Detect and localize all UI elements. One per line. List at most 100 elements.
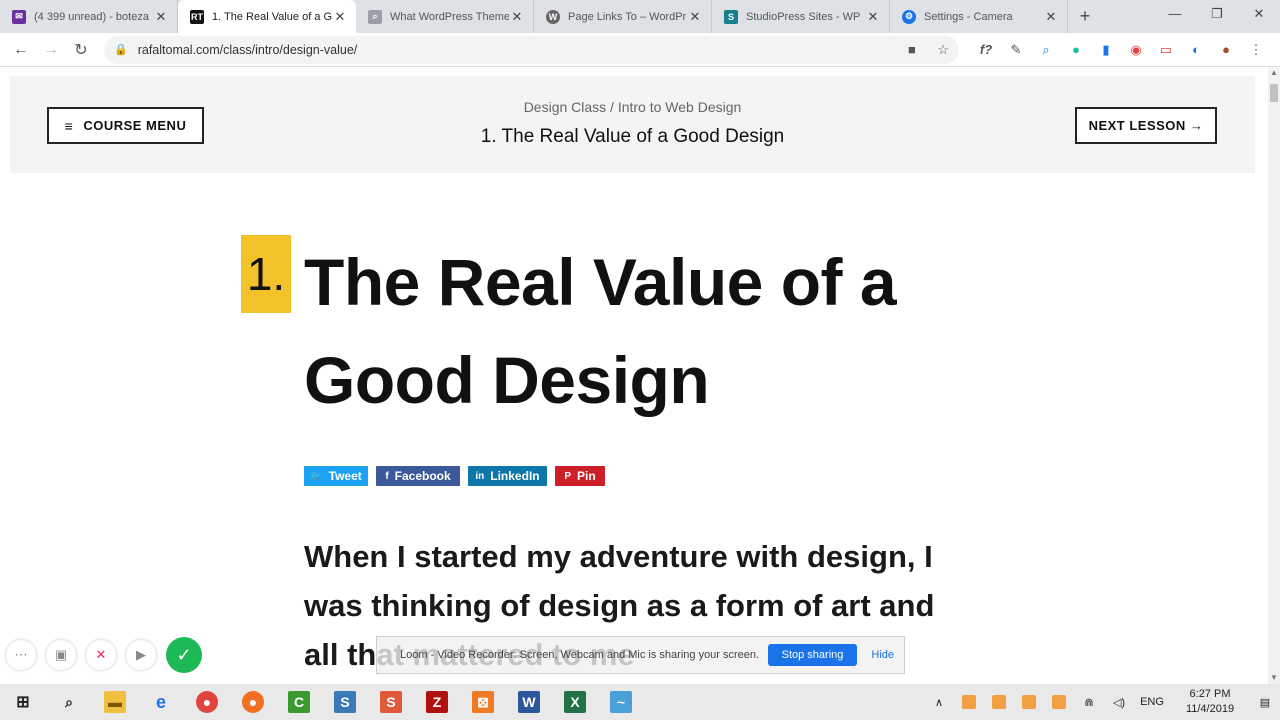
search-extension-icon[interactable]: ⌕ bbox=[1031, 42, 1061, 58]
xampp-tray-icon[interactable] bbox=[992, 695, 1006, 709]
reload-icon[interactable]: ↻ bbox=[66, 40, 96, 60]
rt-logo-icon: RT bbox=[190, 9, 204, 24]
loom-icon[interactable]: ◐ bbox=[1181, 42, 1211, 57]
tab-search[interactable]: ⌕ What WordPress Theme ✕ bbox=[356, 0, 534, 33]
xampp-icon[interactable]: ⊠ bbox=[460, 684, 506, 720]
xampp-tray-icon[interactable] bbox=[962, 695, 976, 709]
page-content: ≡ COURSE MENU Design Class / Intro to We… bbox=[0, 68, 1268, 684]
excel-icon[interactable]: X bbox=[552, 684, 598, 720]
more-menu-icon[interactable]: ⋮ bbox=[1241, 42, 1271, 58]
finish-recording-icon[interactable]: ✓ bbox=[166, 637, 202, 673]
tab-studiopress[interactable]: S StudioPress Sites - WP ✕ bbox=[712, 0, 890, 33]
tab-strip: ✉ (4 399 unread) - boteza ✕ RT 1. The Re… bbox=[0, 0, 1280, 33]
tab-settings[interactable]: ⚙ Settings - Camera ✕ bbox=[890, 0, 1068, 33]
cancel-recording-icon[interactable]: ✕ bbox=[86, 640, 116, 670]
loom-controls: ⋯ ▣ ✕ ▶ ✓ bbox=[6, 637, 212, 673]
paint-icon[interactable]: ~ bbox=[598, 684, 644, 720]
chrome-icon[interactable]: ● bbox=[184, 684, 230, 720]
restore-icon[interactable]: ❐ bbox=[1196, 0, 1238, 30]
pause-icon[interactable]: ▶ bbox=[126, 640, 156, 670]
edge-icon[interactable]: e bbox=[138, 684, 184, 720]
xampp-tray-icon[interactable] bbox=[1052, 695, 1066, 709]
close-tab-icon[interactable]: ✕ bbox=[865, 9, 881, 25]
screen-share-banner: Loom - Video Recorder: Screen, Webcam an… bbox=[376, 636, 905, 674]
bookmark-extension-icon[interactable]: ▮ bbox=[1091, 42, 1121, 58]
extensions: f? ✎ ⌕ ● ▮ ◉ ▭ ◐ ● ⋮ bbox=[971, 42, 1271, 58]
lock-icon[interactable]: 🔒 bbox=[114, 43, 128, 56]
minimize-icon[interactable]: — bbox=[1154, 0, 1196, 30]
tab-title: What WordPress Theme bbox=[390, 10, 509, 23]
new-tab-button[interactable]: + bbox=[1068, 0, 1102, 33]
forward-icon[interactable]: → bbox=[36, 41, 66, 59]
pinterest-icon: P bbox=[564, 470, 571, 482]
wordpress-icon: W bbox=[546, 9, 560, 24]
more-options-icon[interactable]: ⋯ bbox=[6, 640, 36, 670]
system-tray: ∧ ⋒ ◁) ENG 6:27 PM 11/4/2019 ▤ bbox=[924, 684, 1280, 720]
calendar-icon[interactable]: ▭ bbox=[1151, 42, 1181, 58]
back-icon[interactable]: ← bbox=[6, 41, 36, 59]
scroll-thumb[interactable] bbox=[1270, 84, 1278, 102]
hide-button[interactable]: Hide bbox=[871, 649, 894, 661]
page-title: The Real Value of a Good Design bbox=[304, 245, 897, 417]
scroll-down-icon[interactable]: ▼ bbox=[1268, 673, 1280, 682]
mail-icon: ✉ bbox=[12, 9, 26, 24]
address-bar[interactable]: 🔒 rafaltomal.com/class/intro/design-valu… bbox=[104, 35, 959, 64]
sublime-text-icon[interactable]: S bbox=[368, 684, 414, 720]
close-tab-icon[interactable]: ✕ bbox=[332, 9, 348, 25]
network-icon[interactable]: ⋒ bbox=[1074, 696, 1104, 709]
close-window-icon[interactable]: ✕ bbox=[1238, 0, 1280, 30]
close-tab-icon[interactable]: ✕ bbox=[509, 9, 525, 25]
facebook-label: Facebook bbox=[394, 469, 451, 483]
tab-lesson[interactable]: RT 1. The Real Value of a G ✕ bbox=[178, 0, 356, 33]
language-indicator[interactable]: ENG bbox=[1134, 696, 1170, 708]
share-message: Loom - Video Recorder: Screen, Webcam an… bbox=[400, 649, 760, 661]
filezilla-icon[interactable]: Z bbox=[414, 684, 460, 720]
pin-button[interactable]: P Pin bbox=[555, 466, 605, 486]
fontface-icon[interactable]: f? bbox=[971, 42, 1001, 57]
tab-wordpress[interactable]: W Page Links To – WordPr ✕ bbox=[534, 0, 712, 33]
search-icon: ⌕ bbox=[368, 9, 382, 24]
tweet-button[interactable]: 🐦 Tweet bbox=[304, 466, 368, 486]
clock[interactable]: 6:27 PM 11/4/2019 bbox=[1170, 687, 1250, 717]
studiopress-icon: S bbox=[724, 9, 738, 24]
breadcrumb[interactable]: Design Class / Intro to Web Design bbox=[10, 99, 1255, 115]
tab-title: (4 399 unread) - boteza bbox=[34, 10, 149, 23]
eyedropper-icon[interactable]: ✎ bbox=[1001, 42, 1031, 58]
next-lesson-button[interactable]: NEXT LESSON → bbox=[1075, 107, 1217, 144]
close-tab-icon[interactable]: ✕ bbox=[1043, 9, 1059, 25]
close-tab-icon[interactable]: ✕ bbox=[687, 9, 703, 25]
star-icon[interactable]: ☆ bbox=[937, 42, 949, 57]
xampp-tray-icon[interactable] bbox=[1022, 695, 1036, 709]
linkedin-button[interactable]: in LinkedIn bbox=[468, 466, 547, 486]
volume-icon[interactable]: ◁) bbox=[1104, 696, 1134, 709]
close-tab-icon[interactable]: ✕ bbox=[153, 9, 169, 25]
browser-toolbar: ← → ↻ 🔒 rafaltomal.com/class/intro/desig… bbox=[0, 33, 1280, 67]
lesson-title: 1. The Real Value of a Good Design bbox=[480, 126, 785, 147]
camera-icon[interactable]: ■ bbox=[908, 42, 916, 57]
sublime-icon[interactable]: S bbox=[322, 684, 368, 720]
tab-title: Settings - Camera bbox=[924, 10, 1013, 23]
show-hidden-icons-icon[interactable]: ∧ bbox=[924, 696, 954, 709]
url-text[interactable]: rafaltomal.com/class/intro/design-value/ bbox=[138, 43, 890, 57]
scrollbar[interactable]: ▲ ▼ bbox=[1268, 68, 1280, 684]
avatar[interactable]: ● bbox=[1211, 42, 1241, 57]
stop-sharing-button[interactable]: Stop sharing bbox=[767, 644, 858, 666]
notifications-icon[interactable]: ▤ bbox=[1250, 696, 1280, 709]
search-icon[interactable]: ⌕ bbox=[46, 684, 92, 720]
tab-email[interactable]: ✉ (4 399 unread) - boteza ✕ bbox=[0, 0, 178, 33]
taskbar: ⊞ ⌕ ▬ e ● ● C S S Z ⊠ W X ~ ∧ ⋒ ◁) ENG 6… bbox=[0, 684, 1280, 720]
grammarly-icon[interactable]: ● bbox=[1061, 42, 1091, 57]
camtasia-icon[interactable]: C bbox=[276, 684, 322, 720]
camera-toggle-icon[interactable]: ▣ bbox=[46, 640, 76, 670]
windows-start-icon[interactable]: ⊞ bbox=[0, 684, 46, 720]
linkedin-label: LinkedIn bbox=[490, 469, 540, 483]
record-icon[interactable]: ◉ bbox=[1121, 42, 1151, 58]
facebook-button[interactable]: f Facebook bbox=[376, 466, 460, 486]
twitter-icon: 🐦 bbox=[310, 470, 323, 482]
scroll-up-icon[interactable]: ▲ bbox=[1268, 68, 1280, 82]
firefox-icon[interactable]: ● bbox=[230, 684, 276, 720]
tab-title: StudioPress Sites - WP bbox=[746, 10, 861, 23]
file-explorer-icon[interactable]: ▬ bbox=[92, 684, 138, 720]
word-icon[interactable]: W bbox=[506, 684, 552, 720]
facebook-icon: f bbox=[385, 470, 389, 482]
